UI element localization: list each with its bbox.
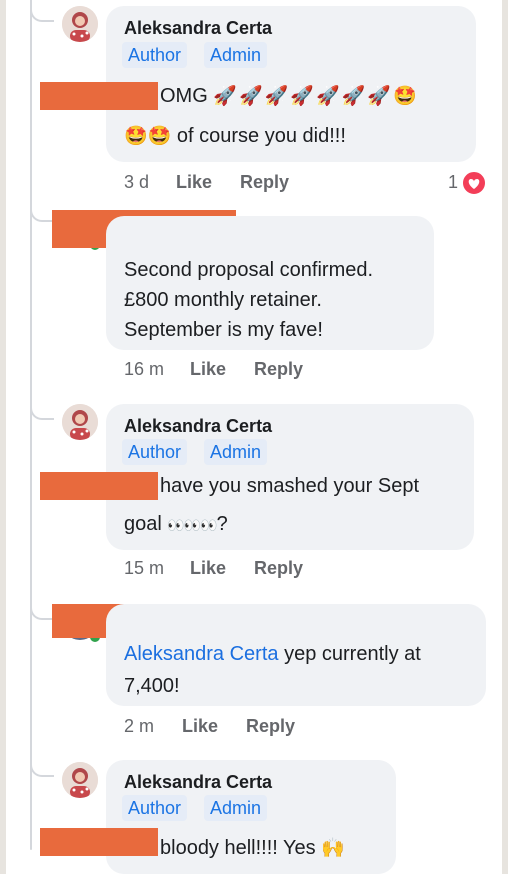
redacted-name [40, 828, 158, 856]
thread-line [30, 0, 32, 850]
redacted-name [40, 472, 158, 500]
comment-text-line: Second proposal confirmed. [124, 259, 374, 281]
comment-text-line: of course you did!!! [176, 125, 346, 147]
reaction-count[interactable]: 1 [448, 172, 458, 193]
reply-button[interactable]: Reply [254, 359, 303, 380]
comment-text-line: 7,400! [124, 675, 180, 697]
comment-text: Aleksandra Certa yep currently at [124, 640, 421, 668]
star-struck-emoji-icon: 🤩 [392, 86, 417, 107]
avatar[interactable] [62, 404, 98, 440]
thread-elbow [30, 598, 54, 620]
raising-hands-emoji-icon: 🙌 [321, 838, 345, 859]
like-button[interactable]: Like [190, 359, 226, 380]
comment-author[interactable]: Aleksandra Certa [124, 18, 272, 39]
mention-link[interactable]: Aleksandra Certa [124, 643, 279, 665]
avatar[interactable] [62, 762, 98, 798]
star-struck-emoji-icon: 🤩🤩 [124, 126, 172, 147]
admin-badge: Admin [204, 42, 268, 68]
comment-text-line: £800 monthly retainer. [124, 289, 322, 311]
comment-time[interactable]: 2 m [124, 716, 154, 737]
comment-text: goal 👀👀👀? [124, 510, 228, 539]
author-badge: Author [122, 42, 188, 68]
comment-thread: Aleksandra Certa Author Admin OMG 🚀🚀🚀🚀🚀🚀… [6, 0, 502, 874]
like-button[interactable]: Like [182, 716, 218, 737]
comment-text-line: OMG [160, 85, 208, 107]
comment-text-line: have you smashed your Sept [160, 475, 420, 497]
like-button[interactable]: Like [176, 172, 212, 193]
comment-text-line: bloody hell!!!! Yes [160, 837, 316, 859]
comment-text-line: yep currently at [278, 643, 421, 665]
reply-button[interactable]: Reply [240, 172, 289, 193]
comment-text-line: September is my fave! [124, 319, 323, 341]
thread-elbow [30, 200, 54, 222]
like-button[interactable]: Like [190, 558, 226, 579]
admin-badge: Admin [204, 795, 268, 821]
eyes-emoji-icon: 👀👀👀 [167, 517, 217, 533]
comment-text: 🤩🤩 of course you did!!! [124, 122, 346, 151]
comment-author[interactable]: Aleksandra Certa [124, 772, 272, 793]
comment-time[interactable]: 15 m [124, 558, 164, 579]
admin-badge: Admin [204, 439, 268, 465]
avatar[interactable] [62, 6, 98, 42]
comment-text-line: goal [124, 513, 162, 535]
comment-text: OMG 🚀🚀🚀🚀🚀🚀🚀🤩 [160, 82, 417, 111]
reply-button[interactable]: Reply [254, 558, 303, 579]
comment-author[interactable]: Aleksandra Certa [124, 416, 272, 437]
comment-time[interactable]: 3 d [124, 172, 149, 193]
thread-elbow [30, 0, 54, 22]
rocket-emoji-icon: 🚀🚀🚀🚀🚀🚀🚀 [213, 86, 393, 107]
comment-text-line: ? [216, 513, 228, 535]
comment-text: bloody hell!!!! Yes 🙌 [160, 834, 345, 863]
thread-elbow [30, 755, 54, 777]
comment-time[interactable]: 16 m [124, 359, 164, 380]
redacted-name [40, 82, 158, 110]
author-badge: Author [122, 795, 188, 821]
thread-elbow [30, 398, 54, 420]
heart-icon[interactable] [461, 170, 487, 196]
author-badge: Author [122, 439, 188, 465]
reply-button[interactable]: Reply [246, 716, 295, 737]
